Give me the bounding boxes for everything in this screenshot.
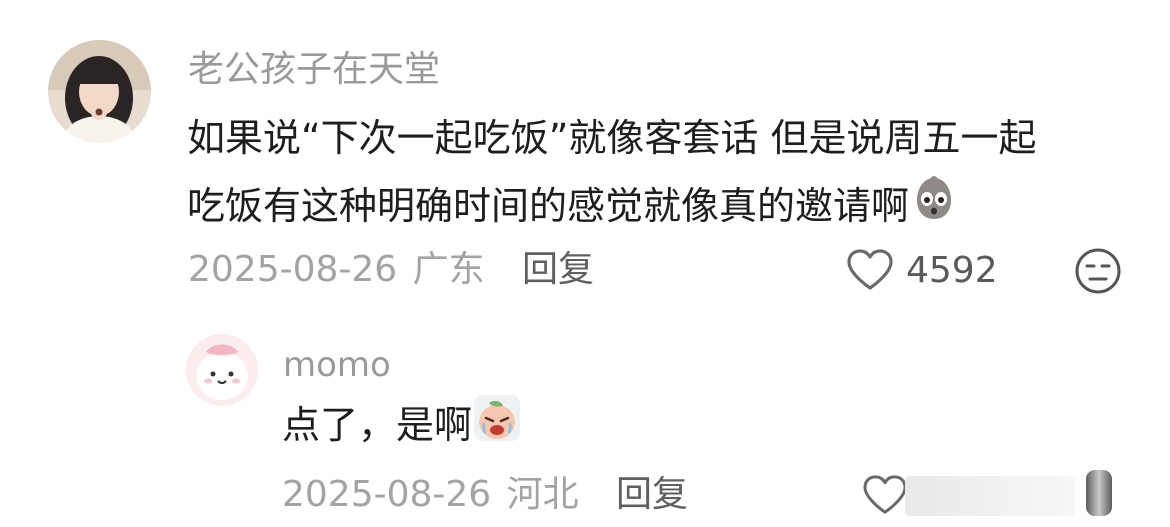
- comment-reply-button[interactable]: 回复: [522, 246, 594, 294]
- reply-location: 河北: [506, 474, 579, 515]
- neutral-face-icon: [1075, 248, 1121, 294]
- comment-text-line-1: 如果说“下次一起吃饭”就像客套话 但是说周五一起: [187, 116, 1037, 160]
- reply-reply-button[interactable]: 回复: [616, 471, 688, 519]
- heart-icon: [863, 475, 907, 514]
- comment-username[interactable]: 老公孩子在天堂: [188, 46, 440, 94]
- watermark-bar: [905, 476, 1075, 516]
- comment-date: 2025-08-26: [188, 249, 398, 290]
- reply-text: 点了，是啊: [282, 392, 522, 463]
- reaction-button[interactable]: [1073, 246, 1123, 296]
- reply-like-button[interactable]: [862, 473, 908, 517]
- comment-meta: 2025-08-26 广东: [188, 246, 485, 294]
- like-count: 4592: [906, 249, 998, 291]
- user-avatar[interactable]: [48, 40, 151, 143]
- reply-user-avatar[interactable]: [186, 334, 258, 406]
- scroll-indicator[interactable]: [1086, 470, 1112, 516]
- crying-peach-emoji-icon: [472, 393, 522, 463]
- reply-item: momo 点了，是啊 2025-08-26 河北 回复: [0, 320, 1170, 527]
- comment-item: 老公孩子在天堂 如果说“下次一起吃饭”就像客套话 但是说周五一起 吃饭有这种明确…: [0, 0, 1170, 320]
- heart-icon: [847, 249, 893, 290]
- avatar-photo-icon: [48, 40, 151, 143]
- reply-text-content: 点了，是啊: [282, 403, 473, 447]
- comment-like-button[interactable]: 4592: [846, 246, 998, 294]
- reply-username[interactable]: momo: [283, 342, 391, 388]
- peach-avatar-icon: [186, 334, 258, 406]
- reply-meta: 2025-08-26 河北: [282, 471, 579, 519]
- reply-date: 2025-08-26: [282, 474, 492, 515]
- comment-text-line-2: 吃饭有这种明确时间的感觉就像真的邀请啊: [187, 172, 1147, 244]
- comment-location: 广东: [412, 249, 485, 290]
- comment-text: 如果说“下次一起吃饭”就像客套话 但是说周五一起 吃饭有这种明确时间的感觉就像真…: [187, 104, 1147, 244]
- surprised-face-emoji-icon: [909, 173, 959, 244]
- comment-text-line-2-text: 吃饭有这种明确时间的感觉就像真的邀请啊: [187, 184, 910, 228]
